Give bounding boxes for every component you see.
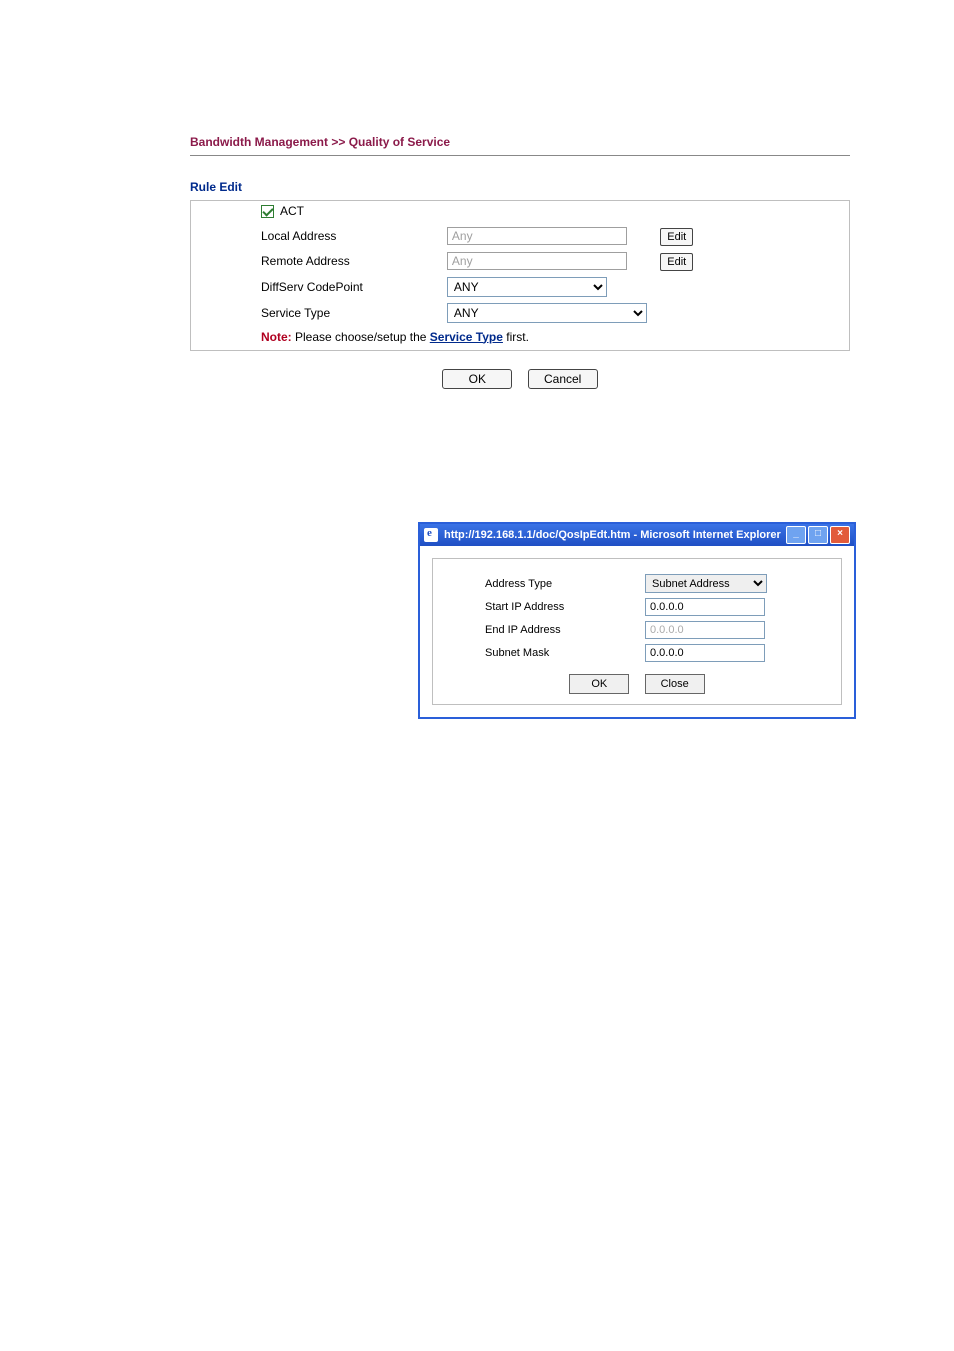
diffserv-select[interactable]: ANY [447,277,607,297]
remote-address-input [447,252,627,270]
local-address-input [447,227,627,245]
act-label: ACT [280,204,304,218]
rule-edit-form: ACT Local Address Edit Remote Address Ed… [190,200,850,351]
end-ip-label: End IP Address [445,624,645,636]
section-title-rule-edit: Rule Edit [190,180,850,194]
breadcrumb: Bandwidth Management >> Quality of Servi… [190,135,850,155]
cancel-button[interactable]: Cancel [528,369,598,389]
popup-title: http://192.168.1.1/doc/QosIpEdt.htm - Mi… [444,529,786,541]
maximize-icon[interactable]: □ [808,526,828,544]
local-address-edit-button[interactable]: Edit [660,228,693,246]
note-label: Note: [261,330,292,344]
service-type-link[interactable]: Service Type [430,330,503,344]
ok-button[interactable]: OK [442,369,512,389]
local-address-label: Local Address [191,224,441,249]
popup-titlebar[interactable]: http://192.168.1.1/doc/QosIpEdt.htm - Mi… [420,524,854,546]
ip-edit-popup: http://192.168.1.1/doc/QosIpEdt.htm - Mi… [418,522,856,719]
minimize-icon[interactable]: _ [786,526,806,544]
act-checkbox[interactable] [261,205,274,218]
note-text-pre: Please choose/setup the [292,330,430,344]
service-type-label: Service Type [191,300,441,326]
end-ip-input [645,621,765,639]
popup-ok-button[interactable]: OK [569,674,629,694]
address-type-label: Address Type [445,578,645,590]
remote-address-label: Remote Address [191,249,441,274]
diffserv-label: DiffServ CodePoint [191,274,441,300]
subnet-mask-label: Subnet Mask [445,647,645,659]
service-type-select[interactable]: ANY [447,303,647,323]
start-ip-label: Start IP Address [445,601,645,613]
popup-close-button[interactable]: Close [645,674,705,694]
divider [190,155,850,156]
subnet-mask-input[interactable] [645,644,765,662]
remote-address-edit-button[interactable]: Edit [660,253,693,271]
start-ip-input[interactable] [645,598,765,616]
note-text-post: first. [503,330,529,344]
close-icon[interactable]: × [830,526,850,544]
address-type-select[interactable]: Subnet Address [645,574,767,593]
ie-icon [424,528,438,542]
